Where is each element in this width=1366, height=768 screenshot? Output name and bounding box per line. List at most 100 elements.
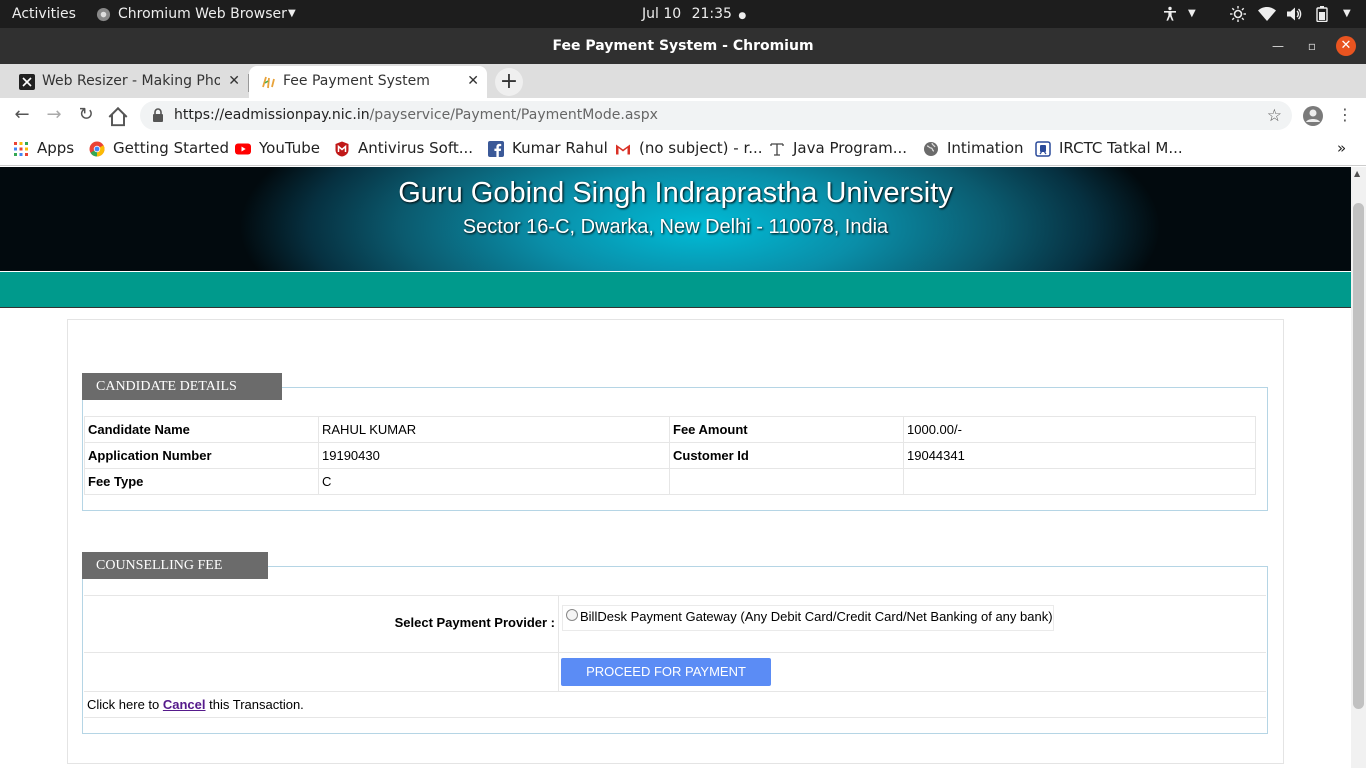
fee-payment-favicon-icon: [262, 76, 275, 89]
candidate-details-table: Candidate Name RAHUL KUMAR Fee Amount 10…: [84, 416, 1256, 495]
billdesk-radio[interactable]: [566, 609, 578, 621]
page-content: Guru Gobind Singh Indraprastha Universit…: [0, 167, 1351, 768]
accessibility-chevron-icon[interactable]: ▼: [1188, 0, 1196, 28]
bookmark-label: Java Program...: [793, 139, 908, 157]
back-arrow-icon[interactable]: ←: [10, 104, 34, 128]
chrome-icon: [89, 141, 105, 157]
window-title-bar: Fee Payment System - Chromium — ▫ ✕: [0, 28, 1366, 64]
chromium-app-icon: [96, 7, 111, 22]
provider-label-cell: Select Payment Provider :: [84, 615, 555, 635]
provider-option-cell: BillDesk Payment Gateway (Any Debit Card…: [562, 605, 1054, 631]
tab-title: Fee Payment System: [283, 73, 430, 89]
mcafee-icon: [335, 141, 349, 157]
cancel-transaction-link[interactable]: Cancel: [163, 697, 206, 712]
candidate-details-legend: CANDIDATE DETAILS: [82, 373, 282, 400]
facebook-icon: [488, 141, 504, 157]
forward-arrow-icon[interactable]: →: [42, 104, 66, 128]
irctc-icon: [1035, 141, 1051, 157]
table-row: Application Number 19190430 Customer Id …: [84, 442, 1256, 469]
bookmark-label: IRCTC Tatkal M...: [1059, 139, 1183, 157]
tab-strip: Web Resizer - Making Pho ✕ Fee Payment S…: [0, 64, 1366, 98]
select-payment-provider-label: Select Payment Provider :: [394, 615, 555, 630]
customer-id-value: 19044341: [903, 442, 1256, 469]
page-scrollbar[interactable]: ▲: [1351, 167, 1366, 768]
system-menu-chevron-icon[interactable]: ▼: [1343, 0, 1351, 28]
empty-cell: [903, 468, 1256, 495]
bookmark-star-icon[interactable]: ☆: [1267, 106, 1282, 126]
reload-icon[interactable]: ↻: [74, 104, 98, 128]
university-banner: Guru Gobind Singh Indraprastha Universit…: [0, 167, 1351, 271]
profile-avatar[interactable]: [1302, 105, 1324, 127]
web-resizer-favicon-icon: [19, 74, 35, 90]
counselling-fee-legend: COUNSELLING FEE: [82, 552, 268, 579]
tab-close-icon[interactable]: ✕: [228, 66, 240, 96]
cancel-text: Click here to Cancel this Transaction.: [87, 697, 304, 712]
payment-provider-section: Select Payment Provider : BillDesk Payme…: [84, 595, 1266, 719]
bookmark-label: Apps: [37, 139, 75, 157]
bookmark-label: Getting Started: [113, 139, 229, 157]
brightness-icon[interactable]: [1230, 6, 1246, 22]
url-host: https://eadmissionpay.nic.in: [174, 107, 370, 123]
tab-close-icon[interactable]: ✕: [467, 66, 479, 96]
clock[interactable]: Jul 10 21:35 ●: [642, 0, 746, 28]
table-row: Candidate Name RAHUL KUMAR Fee Amount 10…: [84, 416, 1256, 443]
application-number-value: 19190430: [318, 442, 670, 469]
bookmarks-bar: Apps Getting Started YouTube Antivirus S…: [0, 133, 1366, 166]
youtube-icon: [235, 143, 251, 155]
bookmark-label: Antivirus Soft...: [358, 139, 474, 157]
scrollbar-thumb[interactable]: [1353, 203, 1364, 709]
empty-cell: [669, 468, 904, 495]
activities-button[interactable]: Activities: [12, 0, 76, 28]
url-text[interactable]: https://eadmissionpay.nic.in/payservice/…: [174, 101, 658, 130]
billdesk-option-label[interactable]: BillDesk Payment Gateway (Any Debit Card…: [580, 609, 1053, 624]
payment-card: CANDIDATE DETAILS Candidate Name RAHUL K…: [67, 319, 1284, 764]
accessibility-icon[interactable]: [1162, 6, 1178, 22]
bookmark-label: Kumar Rahul: [512, 139, 608, 157]
header-strip: [0, 272, 1351, 308]
table-row: Fee Type C: [84, 468, 1256, 495]
wifi-icon[interactable]: [1258, 6, 1276, 22]
home-icon[interactable]: [106, 105, 130, 129]
globe-icon: [924, 142, 938, 156]
scroll-up-arrow-icon[interactable]: ▲: [1354, 169, 1360, 178]
bookmark-label: YouTube: [259, 139, 320, 157]
candidate-name-value: RAHUL KUMAR: [318, 416, 670, 443]
university-address: Sector 16-C, Dwarka, New Delhi - 110078,…: [462, 216, 889, 238]
bookmark-label: Intimation: [947, 139, 1024, 157]
app-menu-chevron-icon: ▼: [288, 8, 296, 19]
system-top-bar: Activities Chromium Web Browser ▼ Jul 10…: [0, 0, 1366, 28]
clock-date: Jul 10: [642, 6, 682, 22]
volume-icon[interactable]: [1286, 6, 1302, 22]
fee-type-value: C: [318, 468, 670, 495]
clock-time: 21:35: [691, 6, 732, 22]
fee-type-label: Fee Type: [84, 468, 319, 495]
maximize-button[interactable]: ▫: [1302, 36, 1322, 56]
proceed-for-payment-button[interactable]: PROCEED FOR PAYMENT: [561, 658, 771, 686]
fee-amount-value: 1000.00/-: [903, 416, 1256, 443]
battery-icon[interactable]: [1316, 6, 1328, 22]
tab-fee-payment[interactable]: Fee Payment System ✕: [249, 66, 487, 98]
cancel-suffix: this Transaction.: [209, 697, 304, 712]
proceed-row: PROCEED FOR PAYMENT: [84, 653, 1266, 692]
minimize-button[interactable]: —: [1268, 36, 1288, 56]
window-title: Fee Payment System - Chromium: [552, 38, 814, 54]
cell-divider: [558, 653, 559, 692]
cancel-prefix: Click here to: [87, 697, 160, 712]
tab-web-resizer[interactable]: Web Resizer - Making Pho ✕: [8, 66, 248, 98]
apps-grid-icon: [14, 142, 28, 156]
bookmark-label: (no subject) - r...: [639, 139, 763, 157]
address-bar[interactable]: https://eadmissionpay.nic.in/payservice/…: [140, 101, 1292, 130]
cell-divider: [558, 596, 559, 653]
fee-amount-label: Fee Amount: [669, 416, 904, 443]
close-window-button[interactable]: ✕: [1336, 36, 1356, 56]
url-path: /payservice/Payment/PaymentMode.aspx: [369, 107, 658, 123]
tab-title: Web Resizer - Making Pho: [42, 73, 220, 89]
university-name: Guru Gobind Singh Indraprastha Universit…: [398, 177, 953, 209]
new-tab-button[interactable]: +: [495, 68, 523, 96]
text-icon: [770, 143, 784, 156]
kebab-menu-icon[interactable]: ⋮: [1333, 104, 1357, 128]
candidate-name-label: Candidate Name: [84, 416, 319, 443]
lock-icon[interactable]: [152, 108, 164, 122]
customer-id-label: Customer Id: [669, 442, 904, 469]
bookmarks-overflow-chevron-icon[interactable]: »: [1337, 133, 1346, 166]
